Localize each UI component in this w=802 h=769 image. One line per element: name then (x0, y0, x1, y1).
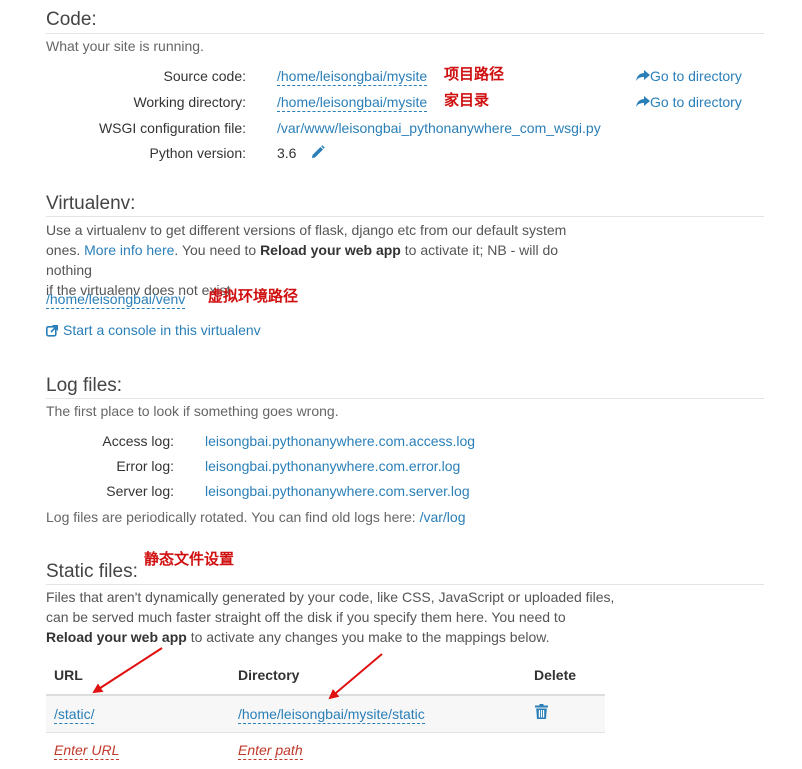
url-arrow (92, 647, 163, 694)
annotation-arrows (92, 647, 383, 700)
directory-arrow (328, 653, 383, 700)
